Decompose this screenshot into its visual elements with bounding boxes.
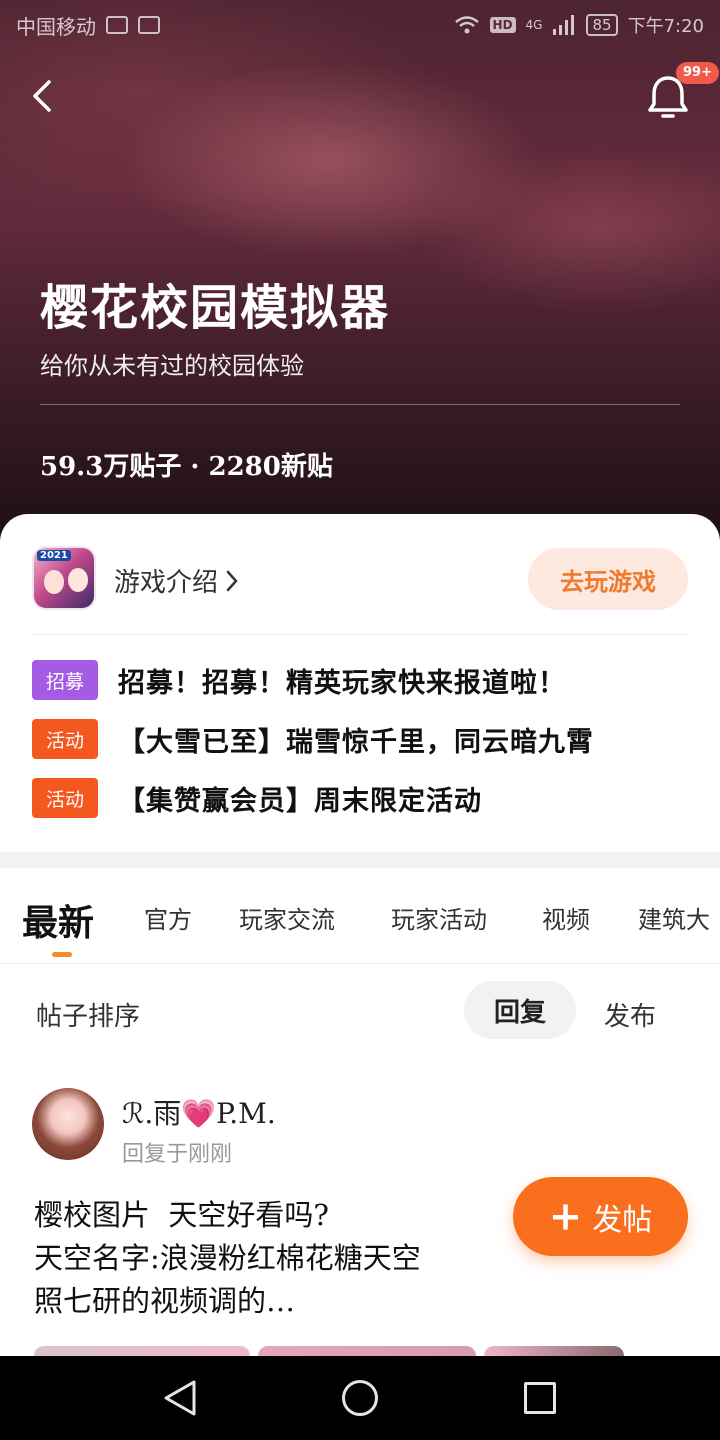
card-divider xyxy=(32,634,688,635)
character-face-left xyxy=(44,570,64,594)
notice-title: 招募！招募！精英玩家快来报道啦！ xyxy=(118,667,566,699)
signal-icon xyxy=(553,15,575,35)
battery-indicator: 85 xyxy=(586,14,618,36)
banner-divider xyxy=(40,404,680,405)
notice-title: 【集赞赢会员】周末限定活动 xyxy=(118,785,482,817)
notice-item[interactable]: 活动 【集赞赢会员】周末限定活动 xyxy=(32,778,482,818)
avatar[interactable] xyxy=(32,1088,104,1160)
active-tab-indicator xyxy=(52,952,72,957)
nav-home-icon[interactable] xyxy=(342,1380,378,1416)
game-title: 樱花校园模拟器 xyxy=(40,280,391,336)
post-line: 照七研的视频调的… xyxy=(34,1284,296,1318)
chevron-right-icon xyxy=(226,570,238,591)
wifi-icon xyxy=(454,16,479,34)
notification-count-badge: 99+ xyxy=(676,62,719,84)
game-app-icon[interactable]: 2021 xyxy=(32,546,96,610)
forum-stats: 59.3万贴子 · 2280新贴 xyxy=(40,452,333,482)
status-bar: 中国移动 HD 4G 85 下午7:20 xyxy=(0,0,720,50)
network-label: 4G xyxy=(525,18,543,32)
back-button[interactable] xyxy=(22,74,66,118)
carrier-label: 中国移动 xyxy=(16,14,96,39)
chat-notification-icon xyxy=(106,16,128,34)
tab-player-exchange[interactable]: 玩家交流 xyxy=(239,900,335,935)
sort-by-publish-button[interactable]: 发布 xyxy=(604,996,656,1033)
tab-latest[interactable]: 最新 xyxy=(22,894,94,946)
notice-item[interactable]: 招募 招募！招募！精英玩家快来报道啦！ xyxy=(32,660,566,700)
play-game-button[interactable]: 去玩游戏 xyxy=(528,548,688,610)
post-content[interactable]: 樱校图片 天空好看吗? 天空名字:浪漫粉红棉花糖天空 照七研的视频调的… xyxy=(34,1194,554,1323)
game-intro-label: 游戏介绍 xyxy=(114,568,219,598)
game-intro-link[interactable]: 游戏介绍 xyxy=(114,562,240,599)
tab-player-events[interactable]: 玩家活动 xyxy=(391,900,487,935)
post-sort-label: 帖子排序 xyxy=(36,1002,141,1032)
clock: 下午7:20 xyxy=(627,16,704,37)
game-subtitle: 给你从未有过的校园体验 xyxy=(40,352,304,380)
character-face-right xyxy=(68,568,88,592)
nav-back-icon[interactable] xyxy=(160,1378,200,1418)
notice-item[interactable]: 活动 【大雪已至】瑞雪惊千里，同云暗九霄 xyxy=(32,719,594,759)
game-info-row: 2021 游戏介绍 去玩游戏 xyxy=(32,546,688,610)
game-icon-year-label: 2021 xyxy=(37,550,71,561)
nav-recent-apps-icon[interactable] xyxy=(524,1382,556,1414)
image-notification-icon xyxy=(138,16,160,34)
game-banner: 中国移动 HD 4G 85 下午7:20 99+ 樱花校园模拟器 给你从未有过的… xyxy=(0,0,720,560)
notice-title: 【大雪已至】瑞雪惊千里，同云暗九霄 xyxy=(118,726,594,758)
post-image-thumbnail[interactable] xyxy=(34,1346,250,1356)
system-navigation-bar xyxy=(0,1356,720,1440)
plus-icon: + xyxy=(548,1192,583,1240)
notice-tag: 活动 xyxy=(32,719,98,759)
notice-tag: 活动 xyxy=(32,778,98,818)
sort-by-reply-button[interactable]: 回复 xyxy=(464,981,576,1039)
post-image-thumbnail[interactable] xyxy=(258,1346,476,1356)
hd-icon: HD xyxy=(489,17,516,33)
notice-tag: 招募 xyxy=(32,660,98,700)
chevron-left-icon xyxy=(33,80,51,112)
tab-building[interactable]: 建筑大 xyxy=(638,900,710,935)
section-separator xyxy=(0,852,720,868)
tab-video[interactable]: 视频 xyxy=(542,900,590,935)
post-line: 天空名字:浪漫粉红棉花糖天空 xyxy=(34,1241,421,1275)
category-tabs: 最新 官方 玩家交流 玩家活动 视频 建筑大 xyxy=(0,868,720,964)
tab-official[interactable]: 官方 xyxy=(144,900,192,935)
post-author-name[interactable]: ℛ.雨💗P.M. xyxy=(122,1092,276,1132)
post-image-strip xyxy=(34,1346,654,1356)
post-line: 樱校图片 天空好看吗? xyxy=(34,1198,329,1232)
post-timestamp: 回复于刚刚 xyxy=(122,1142,233,1167)
create-post-button[interactable]: + 发帖 xyxy=(513,1177,688,1256)
post-image-thumbnail[interactable] xyxy=(484,1346,624,1356)
create-post-label: 发帖 xyxy=(592,1202,653,1238)
